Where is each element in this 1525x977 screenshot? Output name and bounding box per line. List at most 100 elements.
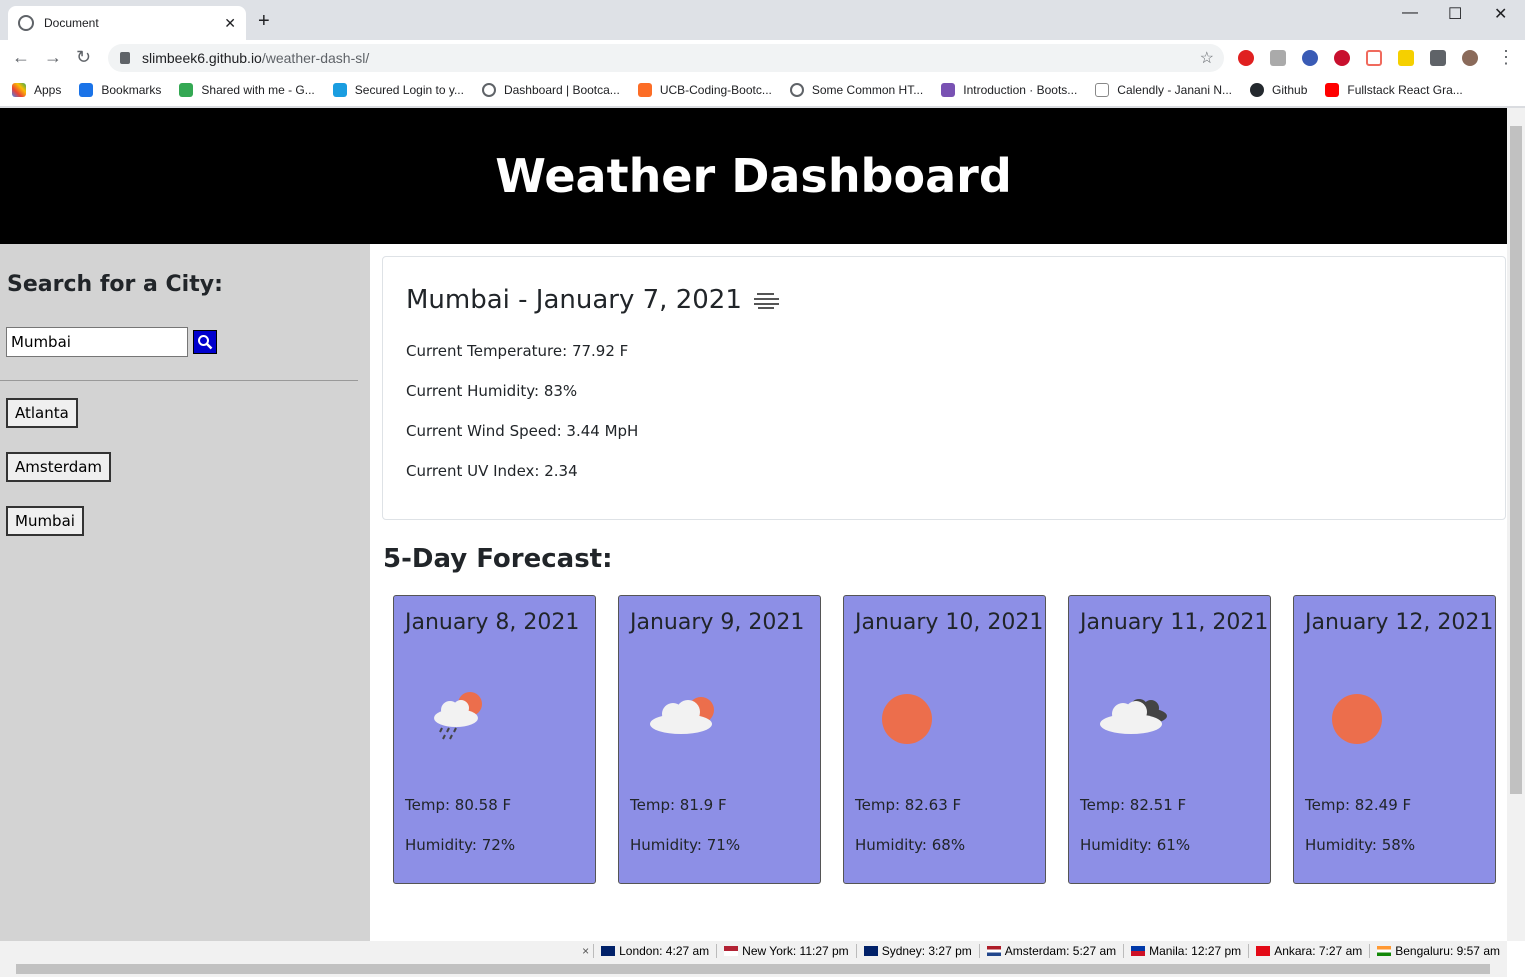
search-button[interactable] <box>193 330 217 354</box>
share-extension-icon[interactable] <box>1366 50 1382 66</box>
forecast-humidity: Humidity: 72% <box>405 836 516 854</box>
globe-icon <box>481 83 496 97</box>
clock-item: Manila: 12:27 pm <box>1123 944 1248 958</box>
current-humidity: Current Humidity: 83% <box>406 382 578 400</box>
address-bar[interactable]: slimbeek6.github.io/weather-dash-sl/ ☆ <box>108 44 1224 72</box>
vertical-scrollbar[interactable] <box>1507 108 1525 941</box>
forecast-title: 5-Day Forecast: <box>383 544 613 574</box>
back-icon[interactable]: ← <box>12 47 30 68</box>
opera-extension-icon[interactable] <box>1238 50 1254 66</box>
current-weather-card: Mumbai - January 7, 2021 Current Tempera… <box>382 256 1506 520</box>
globe-icon <box>18 15 34 31</box>
bookmark-item[interactable]: Fullstack React Gra... <box>1325 83 1463 97</box>
forecast-humidity: Humidity: 71% <box>630 836 741 854</box>
reload-icon[interactable]: ↻ <box>76 47 91 68</box>
forecast-date: January 9, 2021 <box>630 610 805 635</box>
horizontal-scrollbar[interactable] <box>0 961 1507 977</box>
close-icon[interactable]: × <box>578 944 593 958</box>
turkey-flag-icon <box>1256 946 1271 956</box>
search-icon <box>198 335 213 350</box>
scrollbar-thumb[interactable] <box>1510 126 1522 794</box>
bookmark-item[interactable]: Github <box>1250 83 1307 97</box>
world-clock-bar: × London: 4:27 am New York: 11:27 pm Syd… <box>0 941 1507 961</box>
bookmark-star-icon[interactable]: ☆ <box>1200 48 1214 68</box>
forecast-temp: Temp: 82.51 F <box>1080 796 1187 814</box>
bookmark-item[interactable]: Secured Login to y... <box>332 83 464 97</box>
forecast-card: January 12, 2021 Temp: 82.49 F Humidity:… <box>1293 595 1496 884</box>
youtube-icon <box>1325 83 1340 97</box>
url-path: /weather-dash-sl/ <box>261 50 370 66</box>
bookmark-item[interactable]: Apps <box>12 83 61 97</box>
current-city-title: Mumbai - January 7, 2021 <box>406 285 782 315</box>
github-icon <box>1250 83 1265 97</box>
globe-extension-icon[interactable] <box>1302 50 1318 66</box>
menu-kebab-icon[interactable]: ⋮ <box>1497 47 1515 68</box>
current-temperature: Current Temperature: 77.92 F <box>406 342 629 360</box>
forecast-humidity: Humidity: 58% <box>1305 836 1416 854</box>
forecast-card: January 11, 2021 Temp: 82.51 F Humidity:… <box>1068 595 1271 884</box>
history-city-button[interactable]: Atlanta <box>6 398 78 428</box>
bookmark-item[interactable]: Shared with me - G... <box>179 83 315 97</box>
browser-tab[interactable]: Document ✕ <box>8 6 246 40</box>
tab-title: Document <box>44 16 99 30</box>
history-city-button[interactable]: Mumbai <box>6 506 84 536</box>
sidebar: Search for a City: Atlanta Amsterdam Mum… <box>0 244 370 941</box>
forecast-temp: Temp: 80.58 F <box>405 796 512 814</box>
calendly-icon <box>1095 83 1110 97</box>
sun-icon <box>882 694 932 744</box>
star-icon <box>79 83 94 97</box>
clock-item: Bengaluru: 9:57 am <box>1369 944 1507 958</box>
extension-icon[interactable] <box>1270 50 1286 66</box>
bookmark-item[interactable]: Bookmarks <box>79 83 161 97</box>
mist-icon <box>753 293 779 309</box>
bookmark-item[interactable]: Calendly - Janani N... <box>1095 83 1232 97</box>
forecast-temp: Temp: 82.63 F <box>855 796 962 814</box>
philippines-flag-icon <box>1131 946 1146 956</box>
window-close-icon[interactable]: ✕ <box>1494 4 1507 24</box>
forecast-date: January 10, 2021 <box>855 610 1044 635</box>
history-city-button[interactable]: Amsterdam <box>6 452 112 482</box>
bookmark-item[interactable]: Dashboard | Bootca... <box>481 83 620 97</box>
clock-item: New York: 11:27 pm <box>716 944 856 958</box>
bookmark-item[interactable]: Some Common HT... <box>789 83 923 97</box>
forecast-humidity: Humidity: 61% <box>1080 836 1191 854</box>
url-host: slimbeek6.github.io <box>142 50 262 66</box>
australia-flag-icon <box>863 946 878 956</box>
forward-icon[interactable]: → <box>44 47 62 68</box>
close-tab-icon[interactable]: ✕ <box>224 15 236 32</box>
page-title: Weather Dashboard <box>495 149 1012 203</box>
vivaldi-extension-icon[interactable] <box>1334 50 1350 66</box>
login-site-icon <box>332 83 347 97</box>
forecast-temp: Temp: 82.49 F <box>1305 796 1412 814</box>
browser-toolbar: ← → ↻ slimbeek6.github.io/weather-dash-s… <box>0 40 1525 76</box>
forecast-card: January 8, 2021 Temp: 80.58 F Humidity: … <box>393 595 596 884</box>
maximize-icon[interactable]: ☐ <box>1448 4 1462 24</box>
page-header: Weather Dashboard <box>0 108 1507 244</box>
search-heading: Search for a City: <box>7 272 223 297</box>
us-flag-icon <box>724 946 739 956</box>
uk-flag-icon <box>601 946 616 956</box>
clock-item: Ankara: 7:27 am <box>1248 944 1369 958</box>
bookmark-item[interactable]: Introduction · Boots... <box>941 83 1077 97</box>
forecast-temp: Temp: 81.9 F <box>630 796 727 814</box>
avatar[interactable] <box>1462 50 1478 66</box>
new-tab-icon[interactable]: + <box>258 10 270 33</box>
page-viewport: Weather Dashboard Search for a City: Atl… <box>0 108 1507 941</box>
scrollbar-thumb[interactable] <box>16 964 1490 974</box>
tab-strip: Document ✕ + — ☐ ✕ <box>0 0 1525 40</box>
clock-item: Sydney: 3:27 pm <box>855 944 979 958</box>
notes-extension-icon[interactable] <box>1398 50 1414 66</box>
bookmarks-bar: Apps Bookmarks Shared with me - G... Sec… <box>0 76 1525 104</box>
forecast-card: January 10, 2021 Temp: 82.63 F Humidity:… <box>843 595 1046 884</box>
gitlab-icon <box>637 83 652 97</box>
bookmark-item[interactable]: UCB-Coding-Bootc... <box>637 83 772 97</box>
city-search-input[interactable] <box>6 327 188 357</box>
lock-icon <box>120 52 130 64</box>
puzzle-icon[interactable] <box>1430 50 1446 66</box>
current-uv-index: Current UV Index: 2.34 <box>406 462 578 480</box>
bootstrap-icon <box>941 83 956 97</box>
rain-sun-icon <box>434 692 482 740</box>
minimize-icon[interactable]: — <box>1402 4 1418 22</box>
sidebar-divider <box>0 380 358 381</box>
cloud-sun-icon <box>650 697 714 734</box>
